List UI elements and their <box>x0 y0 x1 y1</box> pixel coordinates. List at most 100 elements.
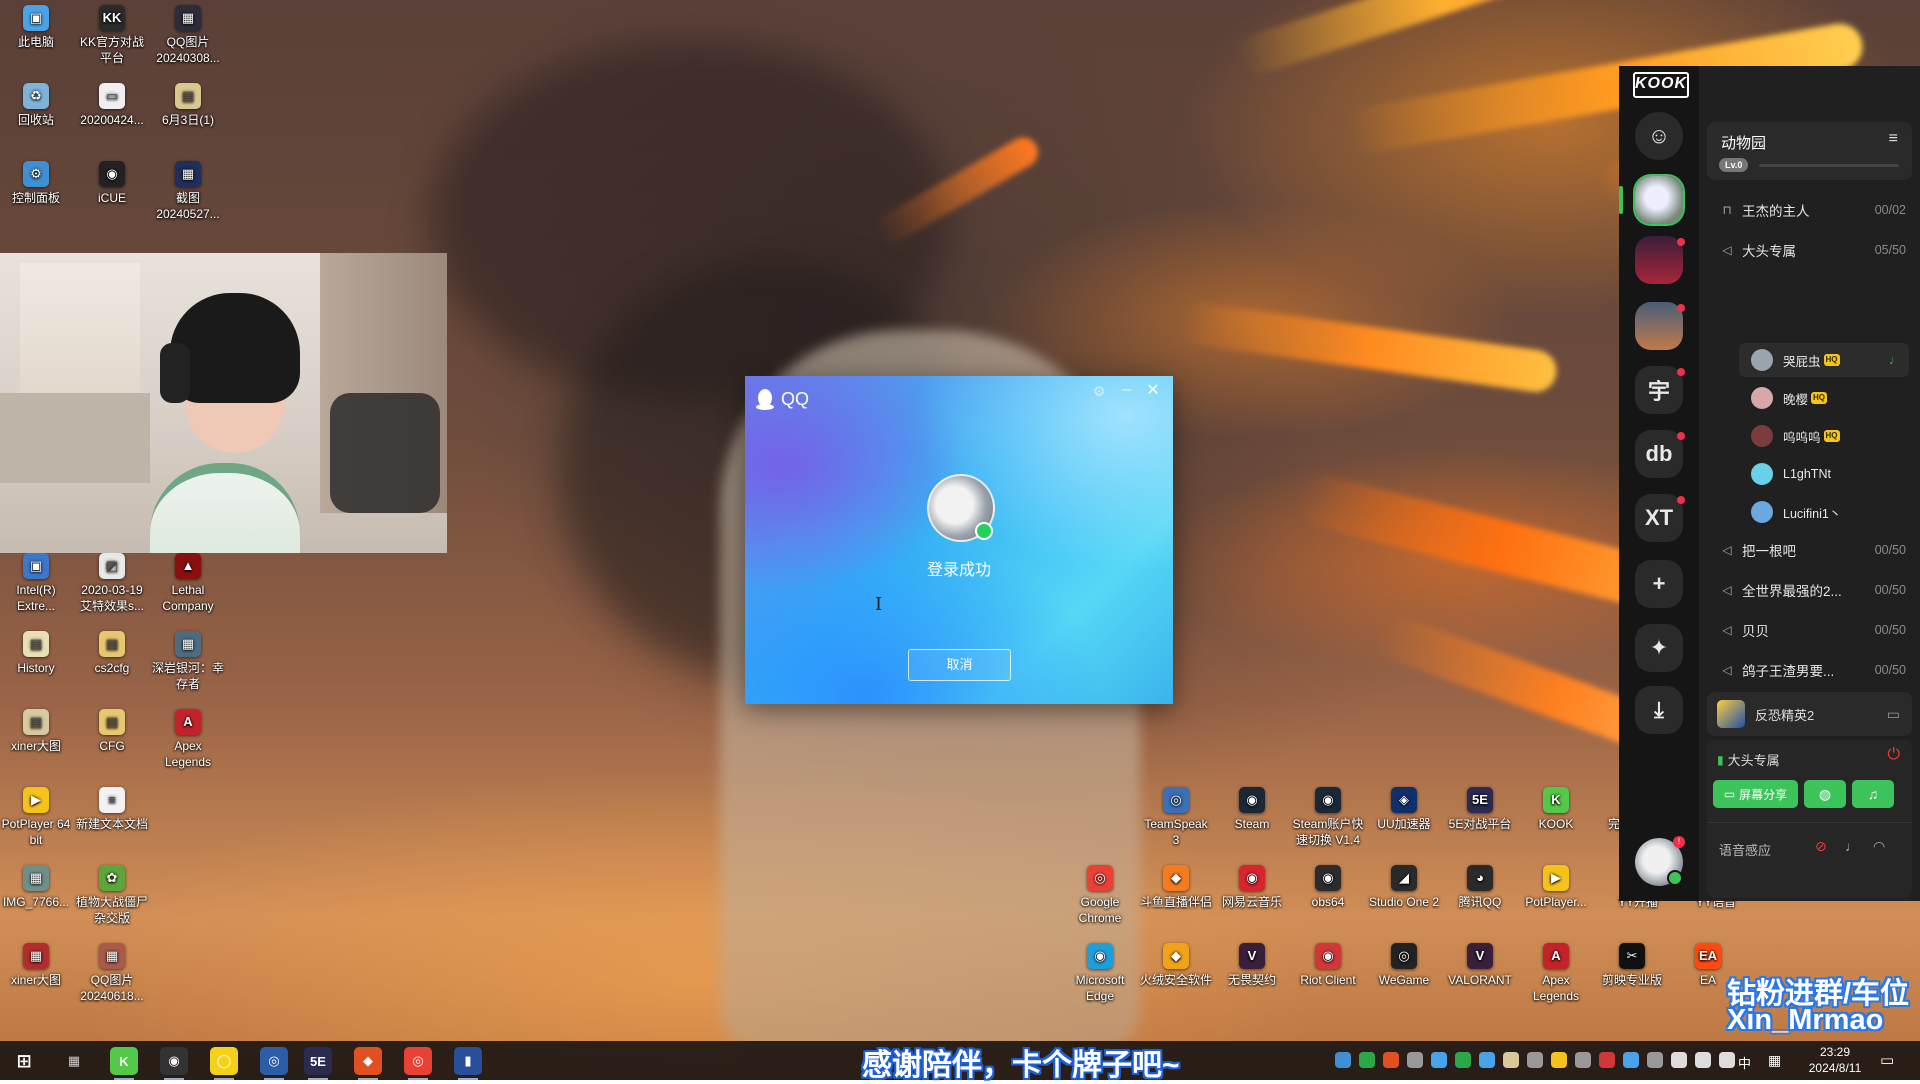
server-button-8[interactable]: ✦ <box>1635 624 1683 672</box>
desktop-icon[interactable]: ▶ PotPlayer 64 bit <box>0 787 72 848</box>
start-button[interactable]: ⊞ <box>10 1047 38 1075</box>
keyboard-layout-icon[interactable]: ▦ <box>1768 1052 1781 1069</box>
desktop-icon[interactable]: KK KK官方对战平台 <box>76 5 148 66</box>
tray-icon[interactable] <box>1695 1052 1711 1068</box>
cancel-button[interactable]: 取消 <box>908 649 1011 681</box>
tray-icon[interactable] <box>1647 1052 1663 1068</box>
desktop-icon[interactable]: ◉ Steam账户快速切换 V1.4 <box>1292 787 1364 848</box>
tray-icon[interactable] <box>1575 1052 1591 1068</box>
tray-icon[interactable] <box>1479 1052 1495 1068</box>
desktop-icon[interactable]: ≡ 新建文本文档 <box>76 787 148 832</box>
tray-icon[interactable] <box>1455 1052 1471 1068</box>
tray-icon[interactable] <box>1671 1052 1687 1068</box>
desktop-icon[interactable]: ◩ 2020-03-19 艾特效果s... <box>76 553 148 614</box>
desktop-icon[interactable]: ▦ QQ图片20240618... <box>76 943 148 1004</box>
desktop-icon[interactable]: ◉ Microsoft Edge <box>1064 943 1136 1004</box>
close-button[interactable]: ✕ <box>1145 380 1161 399</box>
direct-message-button[interactable]: ☺ <box>1635 112 1683 160</box>
desktop-icon[interactable]: ◎ TeamSpeak 3 <box>1140 787 1212 848</box>
desktop-icon[interactable]: ◈ UU加速器 <box>1368 787 1440 832</box>
mute-speaker-icon[interactable]: ⊘ <box>1815 838 1827 855</box>
5e-taskbar[interactable]: 5E <box>304 1047 332 1080</box>
desktop-icon[interactable]: V VALORANT <box>1444 943 1516 988</box>
game-status-card[interactable]: 反恐精英2 ▭ <box>1707 692 1912 736</box>
desktop-icon[interactable]: K KOOK <box>1520 787 1592 832</box>
minimize-button[interactable]: – <box>1119 381 1135 398</box>
desktop-icon[interactable]: ◎ WeGame <box>1368 943 1440 988</box>
screen-share-button[interactable]: ▭ 屏幕分享 <box>1713 780 1798 808</box>
huorong-taskbar[interactable]: ◆ <box>354 1047 382 1080</box>
channel-item[interactable]: ◁ 大头专属 05/50 <box>1699 232 1920 268</box>
voice-member[interactable]: 晚樱 HQ <box>1739 381 1909 415</box>
obs-taskbar[interactable]: ◉ <box>160 1047 188 1080</box>
desktop-icon[interactable]: ◉ Steam <box>1216 787 1288 832</box>
desktop-icon[interactable]: ▲ Lethal Company <box>152 553 224 614</box>
desktop-icon[interactable]: ▦ QQ图片20240308... <box>152 5 224 66</box>
server-button-9[interactable]: ⤓ <box>1635 686 1683 734</box>
teamspeak-taskbar[interactable]: ◎ <box>260 1047 288 1080</box>
channel-item[interactable]: ◁ 把一根吧 00/50 <box>1699 532 1920 568</box>
voice-member[interactable]: Lucifini1丶 <box>1739 495 1909 529</box>
desktop-icon[interactable]: A Apex Legends <box>152 709 224 770</box>
csgo-taskbar[interactable]: ▮ <box>454 1047 482 1080</box>
microphone-icon[interactable]: ♩ <box>1845 838 1859 854</box>
desktop-icon[interactable]: ▦ 截图20240527... <box>152 161 224 222</box>
tray-icon[interactable] <box>1359 1052 1375 1068</box>
chrome-taskbar[interactable]: ◎ <box>404 1047 432 1080</box>
screen-icon[interactable]: ▭ <box>1887 706 1900 723</box>
desktop-icon[interactable]: ▦ xiner大图 <box>0 943 72 988</box>
tray-icon[interactable] <box>1623 1052 1639 1068</box>
desktop-icon[interactable]: ⚙ 控制面板 <box>0 161 72 206</box>
desktop-icon[interactable]: ▣ 此电脑 <box>0 5 72 50</box>
server-icon[interactable] <box>1635 302 1685 350</box>
desktop-icon[interactable]: ◉ 网易云音乐 <box>1216 865 1288 910</box>
desktop-icon[interactable]: ▣ Intel(R) Extre... <box>0 553 72 614</box>
channel-item[interactable]: ◁ 贝贝 00/50 <box>1699 612 1920 648</box>
server-header[interactable]: 动物园 ≡ Lv.0 <box>1707 122 1912 180</box>
desktop-icon[interactable]: ◢ Studio One 2 <box>1368 865 1440 910</box>
server-button-4[interactable]: 宇 <box>1635 366 1685 414</box>
voice-member[interactable]: 哭屁虫 HQ ♩ <box>1739 343 1909 377</box>
tray-icon[interactable] <box>1551 1052 1567 1068</box>
voice-member[interactable]: 呜呜呜 HQ <box>1739 419 1909 453</box>
desktop-icon[interactable]: ▦ IMG_7766... <box>0 865 72 910</box>
desktop-icon[interactable]: ▤ cs2cfg <box>76 631 148 676</box>
server-button-6[interactable]: XT <box>1635 494 1685 542</box>
desktop-icon[interactable]: ▭ 20200424... <box>76 83 148 128</box>
voice-sensing-label[interactable]: 语音感应 <box>1719 840 1771 859</box>
desktop-icon[interactable]: V 无畏契约 <box>1216 943 1288 988</box>
desktop-icon[interactable]: ♻ 回收站 <box>0 83 72 128</box>
music-button[interactable]: ♫ <box>1852 780 1894 808</box>
live-button[interactable]: ◍ <box>1804 780 1846 808</box>
notification-icon[interactable]: ▭ <box>1880 1051 1894 1069</box>
disconnect-icon[interactable]: ⏻ <box>1887 746 1900 764</box>
desktop-icon[interactable]: ◉ obs64 <box>1292 865 1364 910</box>
file-explorer-icon[interactable]: ▦ <box>60 1047 88 1075</box>
desktop-icon[interactable]: 5E 5E对战平台 <box>1444 787 1516 832</box>
user-avatar[interactable]: ! <box>1635 836 1685 886</box>
voice-member[interactable]: L1ghTNt <box>1739 457 1909 491</box>
channel-item[interactable]: ⊓ 王杰的主人 00/02 <box>1699 192 1920 228</box>
tray-icon[interactable] <box>1503 1052 1519 1068</box>
tray-icon[interactable] <box>1335 1052 1351 1068</box>
desktop-icon[interactable]: ▤ xiner大图 <box>0 709 72 754</box>
kook-taskbar[interactable]: K <box>110 1047 138 1080</box>
desktop-icon[interactable]: ▶ PotPlayer... <box>1520 865 1592 910</box>
desktop-icon[interactable]: ▤ History <box>0 631 72 676</box>
desktop-icon[interactable]: ◆ 斗鱼直播伴侣 <box>1140 865 1212 910</box>
channel-item[interactable]: ◁ 全世界最强的2... 00/50 <box>1699 572 1920 608</box>
desktop-icon[interactable]: ▤ CFG <box>76 709 148 754</box>
tray-icon[interactable] <box>1383 1052 1399 1068</box>
menu-icon[interactable]: ≡ <box>1889 130 1898 148</box>
settings-icon[interactable]: ⚙ <box>1091 383 1107 399</box>
desktop-icon[interactable]: ◉ iCUE <box>76 161 148 206</box>
clock[interactable]: 23:29 2024/8/11 <box>1800 1044 1870 1076</box>
desktop-icon[interactable]: ◉ Riot Client <box>1292 943 1364 988</box>
headphones-icon[interactable]: ◠ <box>1873 838 1885 855</box>
server-icon[interactable] <box>1635 236 1685 284</box>
tray-icon[interactable] <box>1431 1052 1447 1068</box>
tray-icon[interactable] <box>1719 1052 1735 1068</box>
ime-indicator[interactable]: 中 <box>1738 1053 1751 1072</box>
tray-icon[interactable] <box>1527 1052 1543 1068</box>
server-button-5[interactable]: db <box>1635 430 1685 478</box>
